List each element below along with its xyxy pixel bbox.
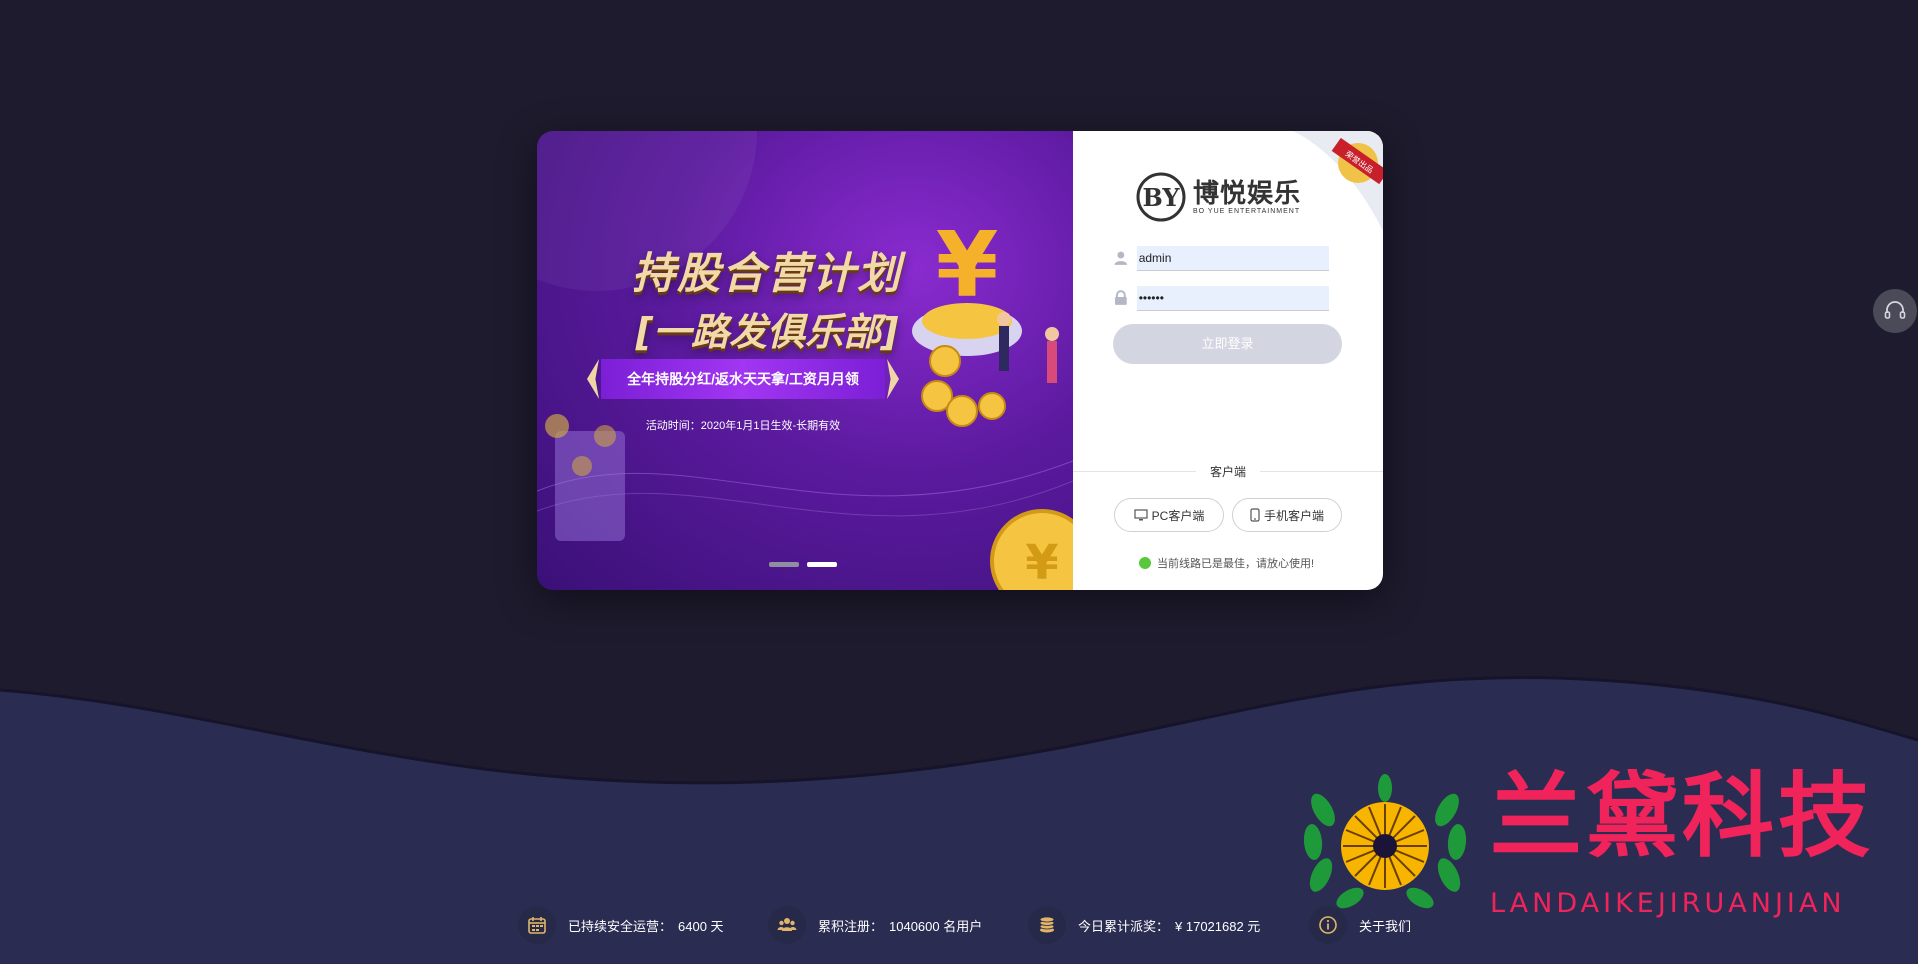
client-divider-label: 客户端 (1196, 463, 1260, 480)
username-row (1113, 245, 1329, 271)
banner-date: 活动时间：2020年1月1日生效-长期有效 (645, 420, 841, 432)
watermark-emblem-icon (1303, 774, 1467, 909)
brand-name-en: BO YUE ENTERTAINMENT (1193, 207, 1301, 215)
stat-uptime: 已持续安全运营： 6400 天 (518, 906, 724, 944)
logo-mark-icon: BY (1136, 172, 1186, 222)
banner-subtitle: [一路发俱乐部] (635, 310, 899, 354)
password-input[interactable] (1136, 285, 1329, 311)
lock-icon (1114, 290, 1127, 305)
stat-payout-value: ¥ 17021682 元 (1175, 918, 1261, 934)
stat-registrations-label: 累积注册： (818, 918, 884, 934)
svg-text:BY: BY (1143, 183, 1181, 212)
svg-text:¥: ¥ (1025, 535, 1058, 590)
brand-logo: BY 博悦娱乐 BO YUE ENTERTAINMENT (1135, 171, 1301, 223)
support-button[interactable] (1873, 289, 1917, 333)
monitor-icon (1134, 509, 1148, 521)
user-icon (1114, 251, 1128, 265)
password-row (1113, 285, 1329, 311)
mobile-client-button[interactable]: 手机客户端 (1232, 498, 1342, 532)
stat-uptime-value: 6400 天 (678, 918, 724, 934)
line-status: 当前线路已是最佳，请放心使用! (1139, 555, 1314, 571)
carousel-dot-1[interactable] (769, 562, 799, 567)
login-button[interactable]: 立即登录 (1113, 324, 1342, 364)
phone-icon (1250, 508, 1260, 522)
line-status-text: 当前线路已是最佳，请放心使用! (1157, 558, 1315, 570)
headset-icon (1884, 301, 1906, 319)
stat-payout-label: 今日累计派奖： (1078, 918, 1170, 934)
banner-title: 持股合营计划 (632, 249, 902, 299)
mobile-client-label: 手机客户端 (1263, 508, 1324, 523)
username-input[interactable] (1136, 245, 1329, 271)
promo-banner[interactable]: ¥ ¥ 持股合营计划 [一路发俱乐部] 全年持股分红/返水天天拿/工资月月领 活… (537, 131, 1073, 590)
watermark: 兰黛科技 LANDAIKEJIRUANJIAN (1295, 763, 1915, 920)
login-panel: 荣誉出品 BY 博悦娱乐 BO YUE ENTERTAINMENT admin … (1073, 131, 1383, 590)
carousel-dots (769, 562, 837, 567)
status-green-dot-icon (1139, 557, 1151, 569)
banner-ribbon: 全年持股分红/返水天天拿/工资月月领 (601, 359, 885, 399)
calendar-icon (528, 917, 546, 934)
carousel-dot-2[interactable] (807, 562, 837, 567)
brand-name: 博悦娱乐 (1193, 178, 1302, 209)
stat-registrations: 累积注册： 1040600 名用户 (768, 906, 982, 944)
stat-payout: 今日累计派奖： ¥ 17021682 元 (1028, 906, 1260, 944)
watermark-cn: 兰黛科技 (1490, 763, 1875, 870)
users-icon (777, 918, 797, 931)
pc-client-button[interactable]: PC客户端 (1114, 498, 1224, 532)
coins-icon (1039, 916, 1055, 933)
pc-client-label: PC客户端 (1151, 508, 1205, 523)
login-card: ¥ ¥ 持股合营计划 [一路发俱乐部] 全年持股分红/返水天天拿/工资月月领 活… (537, 131, 1383, 590)
stat-uptime-label: 已持续安全运营： (568, 918, 673, 934)
stat-registrations-value: 1040600 名用户 (889, 918, 983, 934)
watermark-en: LANDAIKEJIRUANJIAN (1490, 888, 1846, 919)
